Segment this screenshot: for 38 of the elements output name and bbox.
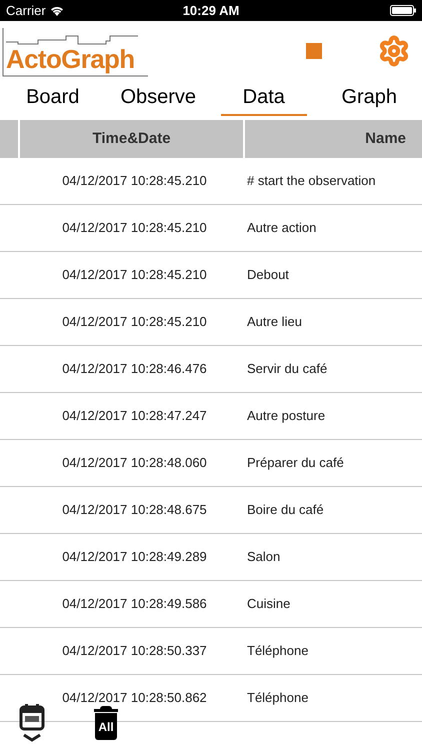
- table-cell-text: Téléphone: [247, 642, 308, 660]
- table-cell-text: 04/12/2017 10:28:48.060: [62, 454, 207, 472]
- battery-icon: [390, 5, 416, 16]
- table-cell-text: 04/12/2017 10:28:47.247: [62, 407, 207, 426]
- calendar-icon[interactable]: [18, 704, 46, 742]
- wifi-icon: [50, 5, 64, 16]
- clock-label: 10:29 AM: [182, 2, 240, 20]
- table-cell-text: Boire du café: [247, 501, 324, 520]
- settings-icon[interactable]: [378, 34, 410, 66]
- table-cell-text: Autre posture: [247, 407, 326, 426]
- table-cell-text: 04/12/2017 10:28:50.337: [62, 642, 207, 660]
- table-cell-text: 04/12/2017 10:28:45.210: [62, 219, 207, 238]
- table-cell-text: Autre action: [247, 219, 316, 238]
- column-header: Time&Date: [92, 128, 171, 149]
- table-cell-text: 04/12/2017 10:28:49.586: [62, 595, 207, 614]
- table-cell-text: Cuisine: [247, 595, 290, 614]
- column-header: Name: [365, 128, 406, 149]
- table-cell-text: 04/12/2017 10:28:45.210: [62, 313, 207, 332]
- table-cell-text: Servir du café: [247, 360, 328, 378]
- table-cell-text: Salon: [247, 548, 280, 566]
- carrier-label: Carrier: [6, 2, 46, 20]
- table-cell-text: 04/12/2017 10:28:46.476: [62, 360, 207, 378]
- table-cell-text: Debout: [247, 266, 289, 284]
- table-cell-text: 04/12/2017 10:28:50.862: [62, 689, 207, 708]
- table-cell-text: Préparer du café: [247, 454, 344, 472]
- table-cell-text: # start the observation: [247, 172, 376, 190]
- table-cell-text: Autre lieu: [247, 313, 302, 332]
- table-cell-text: 04/12/2017 10:28:45.210: [62, 266, 207, 284]
- tab[interactable]: Graph: [326, 82, 412, 116]
- table-cell-text: 04/12/2017 10:28:49.289: [62, 548, 207, 566]
- logo-text: ActoGraph: [6, 46, 134, 72]
- table-cell-text: 04/12/2017 10:28:48.675: [62, 501, 207, 520]
- stop-button[interactable]: [306, 42, 322, 58]
- tab[interactable]: Board: [10, 82, 96, 116]
- tab[interactable]: Data: [221, 82, 306, 116]
- table-cell-text: Téléphone: [247, 689, 308, 708]
- table-cell-text: 04/12/2017 10:28:45.210: [62, 172, 207, 190]
- tab[interactable]: Observe: [116, 82, 201, 116]
